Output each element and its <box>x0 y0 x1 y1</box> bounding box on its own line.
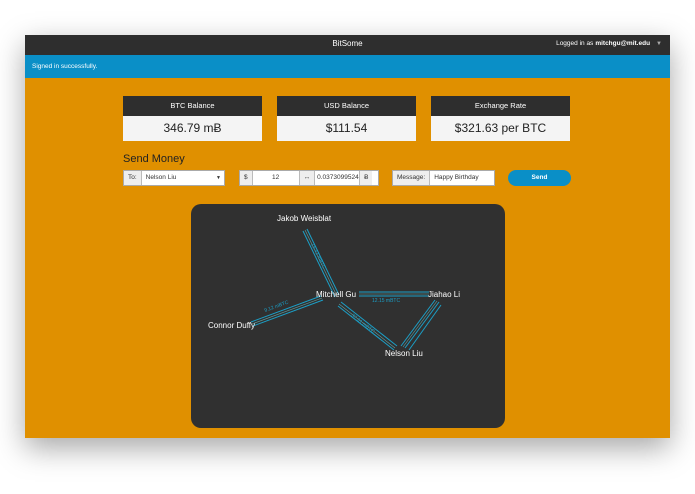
bitcoin-icon: Ƀ <box>359 171 373 185</box>
usd-balance-value: $111.54 <box>277 116 416 141</box>
swap-icon: ↔ <box>298 171 316 185</box>
graph-edge: 15.43 mBTC <box>302 228 340 298</box>
usd-amount-input[interactable]: 12 <box>252 171 299 185</box>
node-nelson-liu[interactable]: Nelson Liu <box>385 349 423 358</box>
chevron-down-icon[interactable]: ▼ <box>656 41 662 47</box>
node-jiahao-li[interactable]: Jiahao Li <box>428 290 460 299</box>
message-label: Message: <box>393 171 431 185</box>
node-mitchell-gu[interactable]: Mitchell Gu <box>316 290 356 299</box>
user-menu[interactable]: Logged in as mitchgu@mit.edu ▼ <box>556 40 662 47</box>
graph-edge: 9.12 mBTC <box>250 295 324 327</box>
navbar: BitSome Logged in as mitchgu@mit.edu ▼ <box>25 35 670 55</box>
logged-in-prefix: Logged in as <box>556 40 594 47</box>
node-jakob-weisblat[interactable]: Jakob Weisblat <box>277 214 332 223</box>
btc-balance-title: BTC Balance <box>123 96 262 116</box>
btc-amount-input[interactable]: 0.0373099524 <box>315 171 360 185</box>
graph-edge: 37.31 mBTC <box>337 301 398 351</box>
message-input[interactable]: Happy Birthday <box>430 171 494 185</box>
usd-balance-card: USD Balance $111.54 <box>277 96 416 141</box>
app-window: BitSome Logged in as mitchgu@mit.edu ▼ S… <box>25 35 670 438</box>
success-alert: Signed in successfully. <box>25 55 670 78</box>
to-label: To: <box>124 171 142 185</box>
user-email: mitchgu@mit.edu <box>595 40 651 47</box>
node-connor-duffy[interactable]: Connor Duffy <box>208 321 255 330</box>
graph-edge <box>400 299 442 351</box>
message-field[interactable]: Message: Happy Birthday <box>392 170 495 186</box>
alert-message: Signed in successfully. <box>32 63 98 70</box>
send-button[interactable]: Send <box>508 170 571 186</box>
btc-balance-card: BTC Balance 346.79 mɃ <box>123 96 262 141</box>
edge-label-mitchell-nelson: 37.31 mBTC <box>350 313 376 335</box>
recipient-value[interactable]: Nelson Liu <box>141 171 217 185</box>
exchange-rate-card: Exchange Rate $321.63 per BTC <box>431 96 570 141</box>
btc-balance-value: 346.79 mɃ <box>123 116 262 141</box>
exchange-rate-value: $321.63 per BTC <box>431 116 570 141</box>
graph-edge: 12.15 mBTC <box>359 291 429 304</box>
amount-converter: $ 12 ↔ 0.0373099524 Ƀ <box>239 170 379 186</box>
graph-svg[interactable]: 15.43 mBTC 12.15 mBTC 9.12 mBTC 37.31 mB… <box>191 204 505 428</box>
chevron-down-icon[interactable]: ▼ <box>216 171 224 185</box>
exchange-rate-title: Exchange Rate <box>431 96 570 116</box>
send-money-title: Send Money <box>123 153 185 165</box>
edge-label-mitchell-jiahao: 12.15 mBTC <box>372 298 400 304</box>
edge-label-jakob-mitchell: 15.43 mBTC <box>309 242 327 270</box>
transaction-graph[interactable]: 15.43 mBTC 12.15 mBTC 9.12 mBTC 37.31 mB… <box>191 204 505 428</box>
recipient-select[interactable]: To: Nelson Liu ▼ <box>123 170 225 186</box>
usd-balance-title: USD Balance <box>277 96 416 116</box>
dollar-icon: $ <box>240 171 253 185</box>
